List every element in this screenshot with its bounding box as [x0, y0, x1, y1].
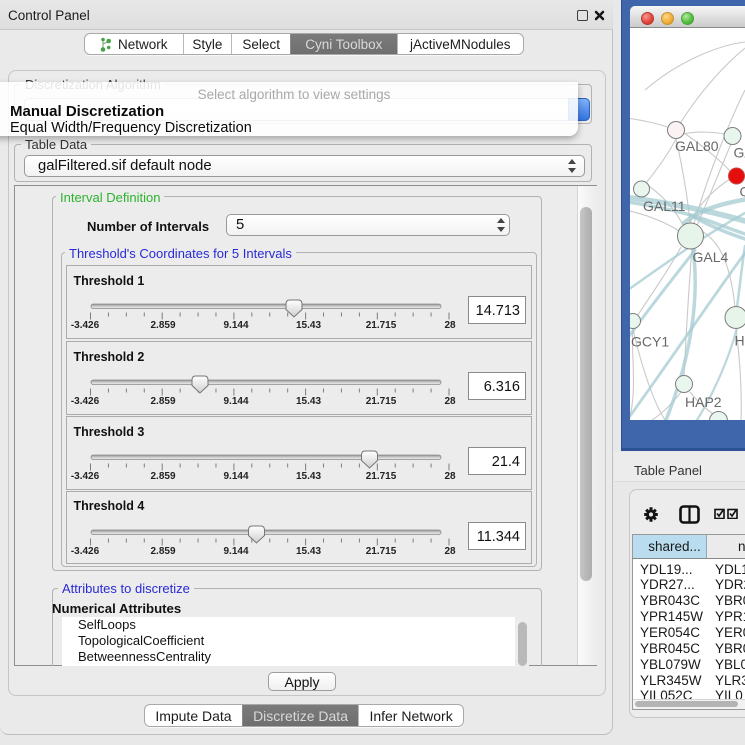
svg-text:GAL4: GAL4 — [693, 249, 729, 265]
svg-text:GA: GA — [740, 184, 745, 200]
svg-text:GAL11: GAL11 — [643, 198, 686, 214]
svg-text:GAL80: GAL80 — [675, 138, 719, 154]
svg-text:GA: GA — [734, 145, 745, 161]
svg-text:HIS4: HIS4 — [735, 333, 745, 349]
svg-text:GCY1: GCY1 — [631, 334, 669, 350]
svg-text:HAP2: HAP2 — [685, 394, 722, 410]
